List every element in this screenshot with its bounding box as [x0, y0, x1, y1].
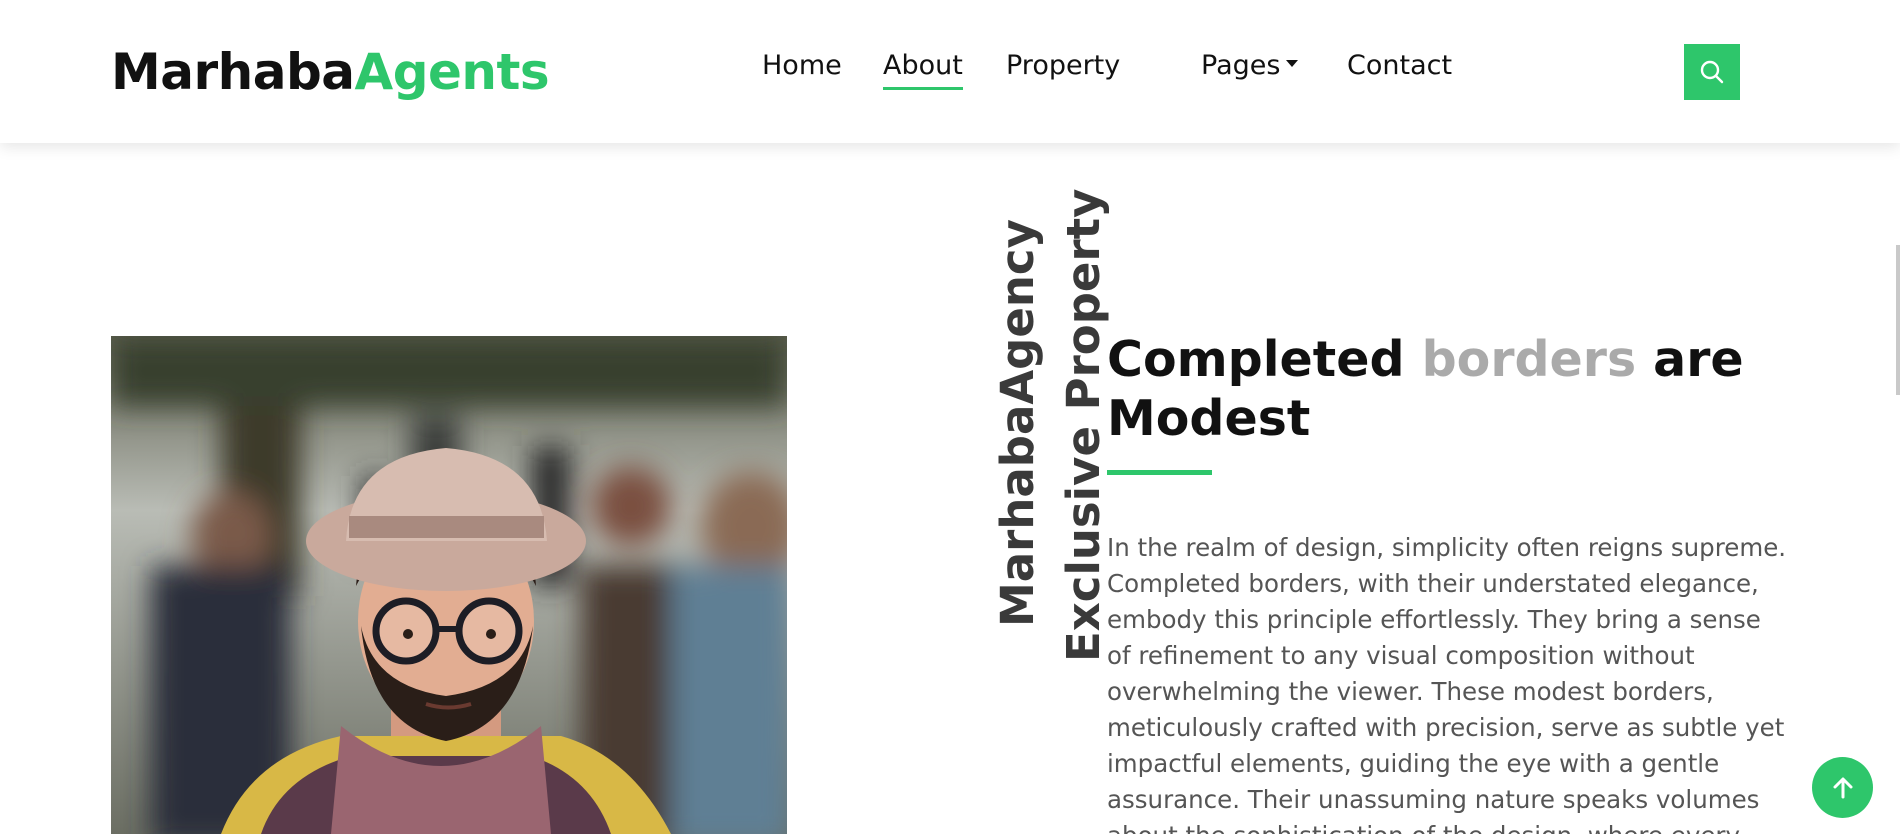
search-button[interactable]	[1684, 44, 1740, 100]
nav-contact[interactable]: Contact	[1347, 46, 1452, 86]
logo-accent: Agents	[354, 43, 550, 101]
logo-main: Marhaba	[111, 43, 355, 101]
nav-home[interactable]: Home	[762, 46, 842, 86]
back-to-top-button[interactable]	[1812, 757, 1873, 818]
heading-muted: borders	[1421, 331, 1637, 388]
heading-underline	[1107, 470, 1212, 475]
nav-property[interactable]: Property	[1006, 46, 1120, 86]
chevron-down-icon	[1286, 60, 1299, 67]
about-paragraph: In the realm of design, simplicity often…	[1107, 533, 1787, 834]
section-heading: Completed borders are Modest	[1107, 330, 1747, 448]
heading-part-1: Completed	[1107, 331, 1422, 388]
vertical-label-property: Exclusive Property	[1057, 188, 1110, 663]
nav-pages[interactable]: Pages	[1201, 46, 1299, 86]
site-logo[interactable]: MarhabaAgents	[111, 42, 550, 102]
arrow-up-icon	[1833, 777, 1852, 798]
nav-pages-label: Pages	[1201, 50, 1281, 81]
scrollbar[interactable]	[1896, 245, 1900, 395]
vertical-label-agency: MarhabaAgency	[991, 219, 1044, 627]
nav-about[interactable]: About	[883, 46, 963, 90]
about-photo	[111, 336, 787, 834]
search-icon	[1700, 60, 1724, 84]
site-header: MarhabaAgents Home About Property Pages …	[0, 0, 1900, 143]
